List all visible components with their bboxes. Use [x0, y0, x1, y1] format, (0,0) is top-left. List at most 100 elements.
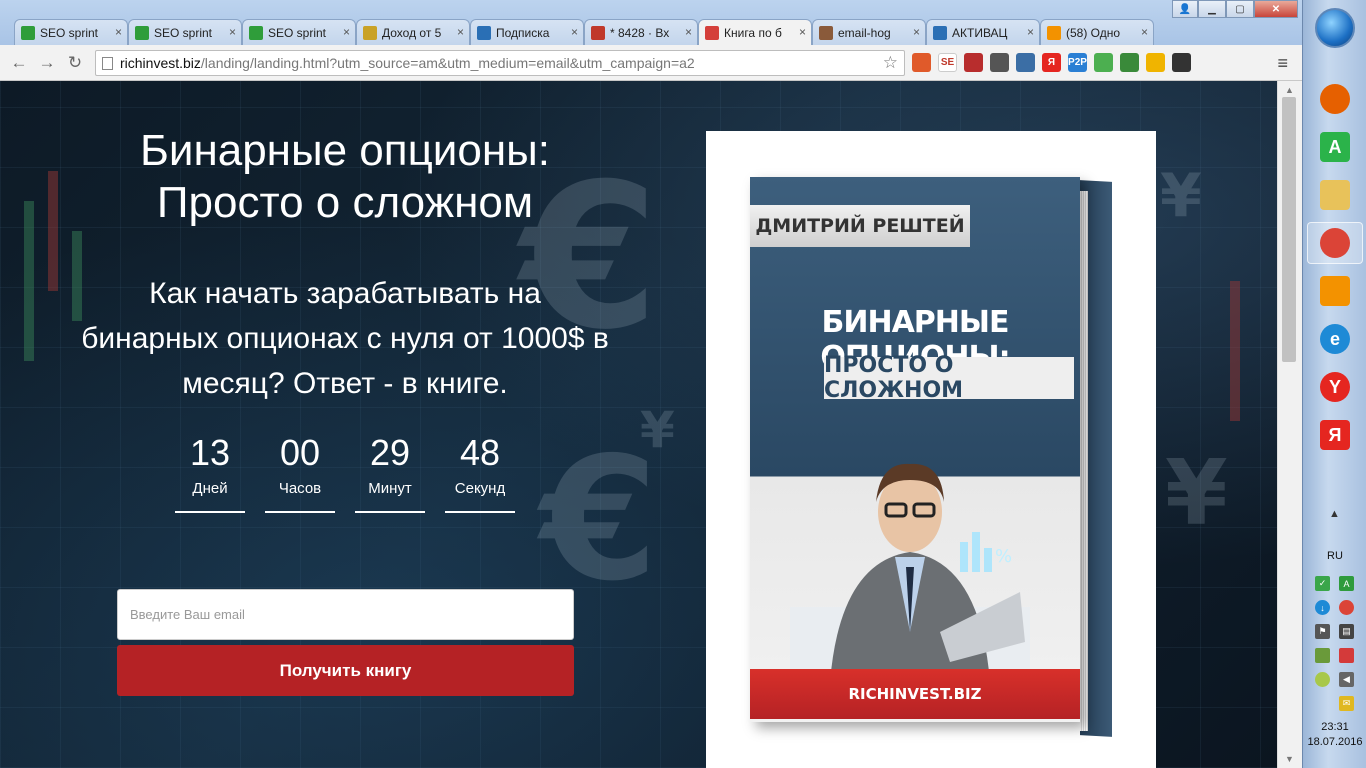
man-with-laptop-illustration: % — [790, 463, 1030, 682]
money-icon — [363, 25, 377, 40]
firefox-icon[interactable] — [1318, 82, 1352, 116]
p2p-extension-icon[interactable]: P2P — [1068, 53, 1087, 72]
bookmark-extension-icon[interactable] — [1146, 53, 1165, 72]
screen-extension-icon[interactable] — [1016, 53, 1035, 72]
ie-icon[interactable]: e — [1318, 322, 1352, 356]
landing-page: € € ¥ ¥ ¥ Бинарные опционы: Просто о сло… — [0, 81, 1277, 768]
countdown-timer: 13 Дней 00 Часов 29 Минут 48 Секунд — [175, 431, 515, 513]
browser-tab[interactable]: Книга по б × — [698, 19, 812, 45]
mail-tray-icon[interactable]: ✉ — [1339, 696, 1354, 711]
volume-icon[interactable]: ◀ — [1339, 672, 1354, 687]
tab-close-icon[interactable]: × — [457, 25, 464, 39]
se-extension-icon[interactable]: SE — [938, 53, 957, 72]
box-extension-icon[interactable] — [990, 53, 1009, 72]
apteka-glyph: A — [1320, 132, 1350, 162]
extension-1-icon[interactable] — [912, 53, 931, 72]
browser-tab[interactable]: * 8428 · Вх × — [584, 19, 698, 45]
paw-extension-icon[interactable] — [1172, 53, 1191, 72]
browser-tab[interactable]: SEO sprint × — [14, 19, 128, 45]
flag-tray-icon[interactable]: ⚑ — [1315, 624, 1330, 639]
folder-icon[interactable] — [1318, 178, 1352, 212]
headline-line: Бинарные опционы: — [139, 126, 550, 175]
sr-icon — [933, 25, 947, 40]
countdown-label: Дней — [192, 480, 228, 497]
sync-extension-icon[interactable] — [1120, 53, 1139, 72]
bookmark-star-icon[interactable]: ☆ — [883, 53, 898, 73]
close-window-button[interactable]: ✕ — [1254, 0, 1298, 18]
tab-close-icon[interactable]: × — [1027, 25, 1034, 39]
ie-glyph: e — [1320, 324, 1350, 354]
green-tray-icon[interactable] — [1315, 672, 1330, 687]
maximize-button[interactable]: ▢ — [1226, 0, 1254, 18]
countdown-label: Секунд — [454, 480, 506, 497]
scrollbar-thumb[interactable] — [1282, 97, 1296, 362]
tab-close-icon[interactable]: × — [115, 25, 122, 39]
yandex-icon[interactable]: Я — [1318, 418, 1352, 452]
yandex-browser-glyph: Y — [1320, 372, 1350, 402]
tab-close-icon[interactable]: × — [229, 25, 236, 39]
reload-button[interactable]: ↻ — [65, 53, 85, 73]
tab-label: * 8428 · Вх — [610, 25, 670, 40]
countdown-value: 48 — [459, 432, 501, 473]
browser-tab[interactable]: Доход от 5 × — [356, 19, 470, 45]
address-bar[interactable]: richinvest.biz/landing/landing.html?utm_… — [95, 50, 905, 76]
download-tray-icon[interactable]: ↓ — [1315, 600, 1330, 615]
user-profile-button[interactable]: 👤 — [1172, 0, 1198, 18]
forward-button[interactable]: → — [37, 53, 57, 73]
lock-extension-icon[interactable] — [964, 53, 983, 72]
browser-tab[interactable]: SEO sprint × — [128, 19, 242, 45]
tray-expand-icon[interactable]: ▲ — [1329, 508, 1340, 520]
red-tray-icon[interactable] — [1339, 648, 1354, 663]
bg-candle — [24, 201, 34, 361]
tab-label: SEO sprint — [40, 25, 99, 40]
system-clock[interactable]: 23:31 18.07.2016 — [1303, 720, 1366, 750]
tab-close-icon[interactable]: × — [799, 25, 806, 39]
chrome-menu-icon[interactable]: ≡ — [1277, 53, 1288, 74]
countdown-value: 00 — [279, 432, 321, 473]
url-path: /landing/landing.html?utm_source=am&utm_… — [200, 55, 695, 71]
bg-yen-symbol: ¥ — [1160, 161, 1202, 231]
check-tray-icon[interactable]: ✓ — [1315, 576, 1330, 591]
chrome-tray-icon[interactable] — [1339, 600, 1354, 615]
browser-tab[interactable]: АКТИВАЦ × — [926, 19, 1040, 45]
tab-close-icon[interactable]: × — [343, 25, 350, 39]
bg-candle — [48, 171, 58, 291]
ok-icon — [1047, 25, 1061, 40]
tab-close-icon[interactable]: × — [685, 25, 692, 39]
browser-toolbar: ← → ↻ richinvest.biz/landing/landing.htm… — [0, 45, 1302, 81]
browser-tab[interactable]: email-hog × — [812, 19, 926, 45]
start-button[interactable] — [1315, 8, 1355, 48]
app-tray-icon[interactable] — [1315, 648, 1330, 663]
get-book-button[interactable]: Получить книгу — [117, 645, 574, 696]
minimize-button[interactable]: ▁ — [1198, 0, 1226, 18]
clock-time: 23:31 — [1321, 721, 1349, 733]
apteka-tray-icon[interactable]: A — [1339, 576, 1354, 591]
window-controls: 👤 ▁ ▢ ✕ — [1172, 0, 1298, 18]
email-input[interactable] — [117, 589, 574, 640]
browser-tab[interactable]: SEO sprint × — [242, 19, 356, 45]
chrome-icon[interactable] — [1307, 222, 1363, 264]
network-tray-icon[interactable]: ▤ — [1339, 624, 1354, 639]
countdown-unit: 29 Минут — [355, 431, 425, 513]
scroll-up-icon[interactable]: ▲ — [1285, 85, 1294, 95]
bg-yen-symbol: ¥ — [1165, 441, 1228, 546]
page-scrollbar[interactable]: ▲ ▼ — [1277, 81, 1302, 768]
yandex-browser-icon[interactable]: Y — [1318, 370, 1352, 404]
language-indicator[interactable]: RU — [1303, 550, 1366, 562]
flag-icon — [705, 25, 719, 40]
back-button[interactable]: ← — [9, 53, 29, 73]
scroll-down-icon[interactable]: ▼ — [1285, 754, 1294, 764]
tab-close-icon[interactable]: × — [1141, 25, 1148, 39]
folder-glyph — [1320, 180, 1350, 210]
yandex-extension-icon[interactable]: Я — [1042, 53, 1061, 72]
odnoklassniki-icon[interactable] — [1318, 274, 1352, 308]
tab-close-icon[interactable]: × — [913, 25, 920, 39]
browser-tab[interactable]: Подписка × — [470, 19, 584, 45]
apteka-icon[interactable]: A — [1318, 130, 1352, 164]
browser-tab[interactable]: (58) Одно × — [1040, 19, 1154, 45]
extensions-bar: SE Я P2P — [912, 53, 1191, 72]
tab-close-icon[interactable]: × — [571, 25, 578, 39]
tab-label: АКТИВАЦ — [952, 25, 1008, 40]
sprout-extension-icon[interactable] — [1094, 53, 1113, 72]
countdown-unit: 48 Секунд — [445, 431, 515, 513]
